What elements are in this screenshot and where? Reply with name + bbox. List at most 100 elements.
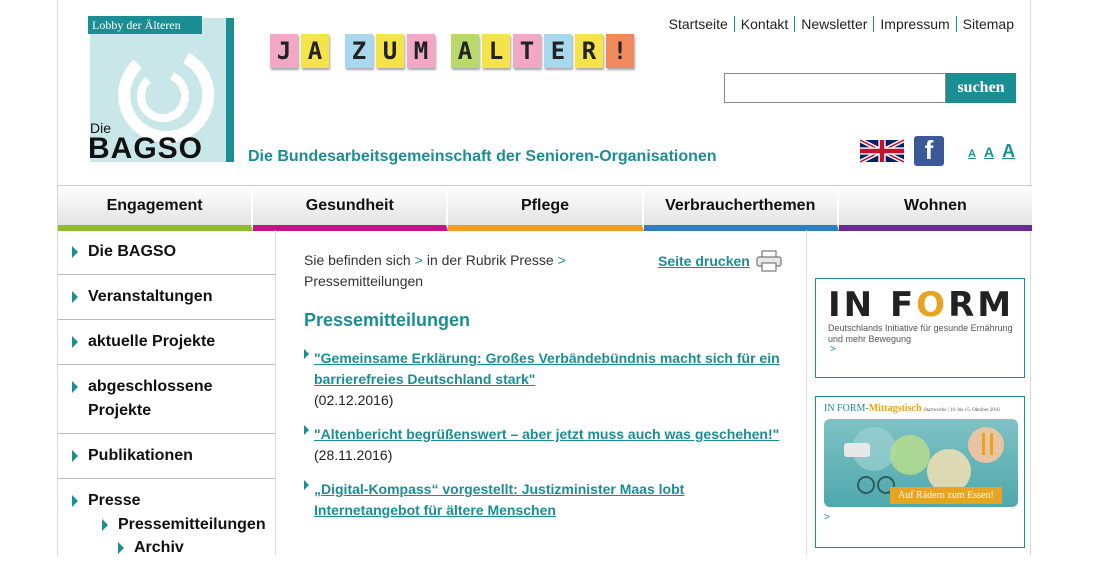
nav-pflege-label: Pflege	[521, 196, 570, 214]
news-title-link[interactable]: "Altenbericht begrüßenswert – aber jetzt…	[314, 424, 779, 445]
inform-more-link[interactable]: >	[830, 344, 836, 355]
sidebar-subitem-label: Archiv	[134, 539, 184, 556]
breadcrumb-rubrik: in der Rubrik	[426, 252, 507, 268]
print-label: Seite drucken	[658, 253, 750, 269]
news-item: „Digital-Kompass“ vorgestellt: Justizmin…	[304, 479, 788, 521]
slogan-tile: R	[575, 34, 603, 68]
nav-verbraucherthemen[interactable]: Verbraucherthemen	[643, 186, 839, 231]
inform-logo: IN FORM	[828, 285, 1015, 325]
mittagstisch-more-link[interactable]: >	[824, 512, 830, 523]
search-button[interactable]: suchen	[946, 73, 1016, 103]
print-page-link[interactable]: Seite drucken	[658, 250, 782, 272]
sidebar-subitem-archiv[interactable]: Archiv	[72, 536, 275, 559]
arrow-right-icon	[304, 480, 309, 490]
sidebar-item-publikationen[interactable]: Publikationen	[58, 434, 275, 479]
english-flag-icon[interactable]	[860, 136, 904, 166]
slogan-tiles: J A Z U M A L T E R!	[270, 34, 634, 68]
topnav-sitemap[interactable]: Sitemap	[957, 16, 1014, 32]
mittagstisch-banner: Auf Rädern zum Essen!	[890, 487, 1002, 504]
bagso-logo[interactable]: Lobby der Älteren Die BAGSO	[88, 16, 236, 166]
news-date: (02.12.2016)	[314, 392, 394, 408]
logo-name: BAGSO	[88, 132, 204, 165]
sidebar-item-abgeschlossene-projekte[interactable]: abgeschlossene Projekte	[58, 365, 275, 434]
mittagstisch-promo[interactable]: IN FORM-Mittagstisch Startwoche | 10. bi…	[815, 396, 1025, 548]
nav-gesundheit-label: Gesundheit	[305, 196, 394, 214]
printer-icon	[756, 250, 782, 272]
logo-tagline: Lobby der Älteren	[88, 16, 202, 34]
font-size-switcher: A A A	[968, 141, 1015, 162]
slogan-tile: M	[407, 34, 435, 68]
font-size-medium-button[interactable]: A	[984, 144, 994, 160]
breadcrumb-separator: >	[414, 252, 423, 268]
news-list: "Gemeinsame Erklärung: Großes Verbändebü…	[304, 348, 788, 535]
sidebar-subitem-label: Pressemitteilungen	[118, 516, 266, 533]
news-item: "Altenbericht begrüßenswert – aber jetzt…	[304, 424, 788, 465]
right-column: IN FORM Deutschlands Initiative für gesu…	[806, 230, 1032, 555]
nav-pflege[interactable]: Pflege	[448, 186, 644, 231]
news-item: "Gemeinsame Erklärung: Großes Verbändebü…	[304, 348, 788, 410]
slogan-tile: L	[482, 34, 510, 68]
org-name: Die Bundesarbeitsgemeinschaft der Senior…	[248, 148, 717, 165]
search-input[interactable]	[724, 73, 946, 103]
arrow-right-icon	[72, 336, 78, 348]
slogan-tile: E	[544, 34, 572, 68]
news-date: (28.11.2016)	[314, 447, 393, 463]
nav-wohnen-label: Wohnen	[904, 196, 967, 214]
sidebar: Die BAGSO Veranstaltungen aktuelle Proje…	[58, 230, 276, 556]
sidebar-item-aktuelle-projekte[interactable]: aktuelle Projekte	[58, 320, 275, 365]
arrow-right-icon	[118, 542, 124, 554]
slogan-tile: T	[513, 34, 541, 68]
arrow-right-icon	[304, 425, 309, 435]
arrow-right-icon	[72, 381, 78, 393]
nav-engagement[interactable]: Engagement	[58, 186, 254, 231]
slogan-tile: J	[270, 34, 298, 68]
arrow-right-icon	[304, 349, 309, 359]
header-tools: f A A A	[860, 135, 1015, 166]
breadcrumb-presse-link[interactable]: Presse	[510, 252, 554, 268]
nav-engagement-label: Engagement	[106, 196, 203, 214]
top-navigation: Startseite Kontakt Newsletter Impressum …	[663, 16, 1014, 32]
sidebar-item-presse: Presse Pressemitteilungen Archiv	[58, 479, 275, 569]
nav-verbraucherthemen-label: Verbraucherthemen	[665, 196, 816, 214]
breadcrumb-prefix: Sie befinden sich	[304, 252, 411, 268]
sidebar-item-die-bagso[interactable]: Die BAGSO	[58, 230, 275, 275]
facebook-icon[interactable]: f	[914, 135, 944, 166]
search-form: suchen	[724, 73, 1016, 103]
font-size-small-button[interactable]: A	[968, 148, 976, 160]
arrow-right-icon	[72, 495, 78, 507]
slogan-tile: U	[376, 34, 404, 68]
inform-subtitle: Deutschlands Initiative für gesunde Ernä…	[828, 323, 1013, 344]
nav-gesundheit[interactable]: Gesundheit	[253, 186, 449, 231]
arrow-right-icon	[72, 246, 78, 258]
topnav-impressum[interactable]: Impressum	[874, 16, 957, 32]
news-title-link[interactable]: „Digital-Kompass“ vorgestellt: Justizmin…	[314, 479, 788, 521]
topnav-newsletter[interactable]: Newsletter	[795, 16, 875, 32]
slogan-tile: !	[606, 34, 634, 68]
sidebar-item-label: Veranstaltungen	[88, 288, 213, 305]
nav-wohnen[interactable]: Wohnen	[838, 186, 1033, 231]
sidebar-presse-head[interactable]: Presse	[72, 489, 275, 513]
news-title-link[interactable]: "Gemeinsame Erklärung: Großes Verbändebü…	[314, 348, 788, 390]
main-navigation: Engagement Gesundheit Pflege Verbraucher…	[58, 185, 1033, 231]
sidebar-subitem-pressemitteilungen[interactable]: Pressemitteilungen	[72, 513, 275, 536]
breadcrumb-separator: >	[557, 252, 566, 268]
font-size-large-button[interactable]: A	[1002, 141, 1015, 162]
topnav-startseite[interactable]: Startseite	[663, 16, 735, 32]
slogan-gap	[332, 34, 342, 68]
slogan-tile: A	[301, 34, 329, 68]
sidebar-item-label: Publikationen	[88, 447, 193, 464]
topnav-kontakt[interactable]: Kontakt	[735, 16, 796, 32]
slogan-gap	[438, 34, 448, 68]
mittagstisch-title: IN FORM-Mittagstisch Startwoche | 10. bi…	[824, 403, 1000, 414]
sidebar-item-label: abgeschlossene Projekte	[88, 378, 213, 419]
arrow-right-icon	[72, 450, 78, 462]
page: Lobby der Älteren Die BAGSO J A Z U M A L T E R! …	[57, 0, 1033, 556]
arrow-right-icon	[72, 291, 78, 303]
logo-swirl-icon	[118, 52, 215, 144]
sidebar-item-label: Die BAGSO	[88, 243, 177, 260]
breadcrumb-current: Pressemitteilungen	[304, 273, 424, 289]
sidebar-item-veranstaltungen[interactable]: Veranstaltungen	[58, 275, 275, 320]
arrow-right-icon	[102, 519, 108, 531]
page-title: Pressemitteilungen	[304, 310, 471, 330]
inform-promo[interactable]: IN FORM Deutschlands Initiative für gesu…	[815, 278, 1025, 378]
